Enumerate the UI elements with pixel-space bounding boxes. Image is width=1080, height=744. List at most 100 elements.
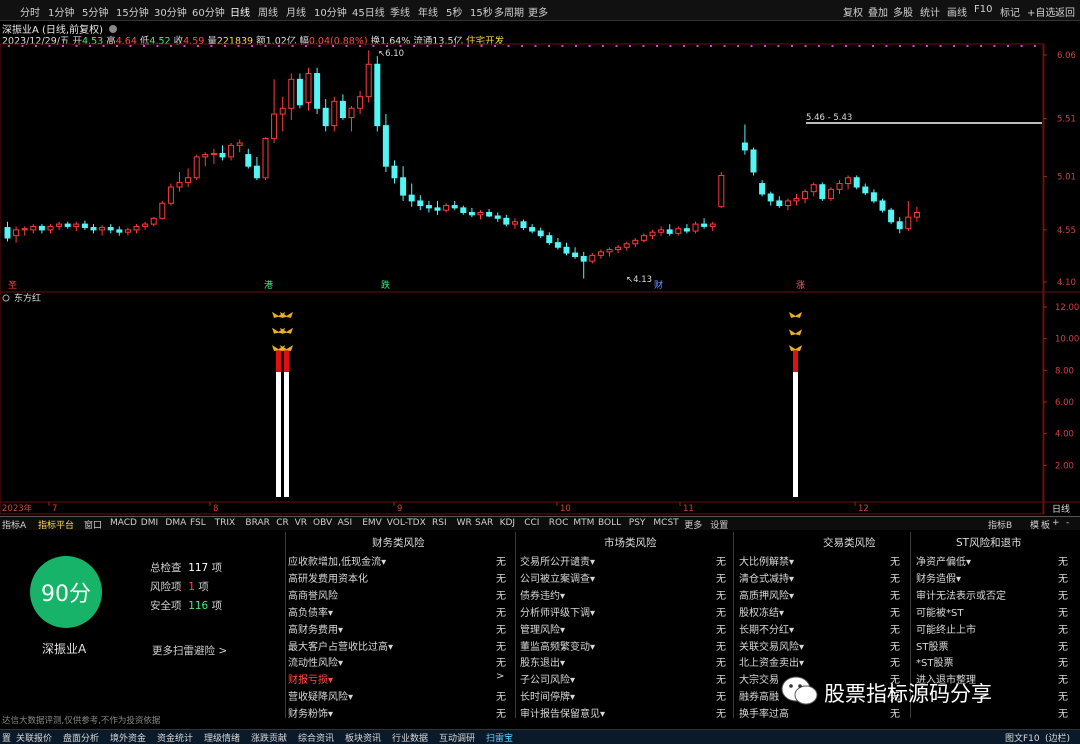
risk-item[interactable]: 营收疑降风险▾ [288, 688, 353, 703]
event-marker-3[interactable]: 涨 [796, 280, 805, 291]
risk-item[interactable]: 融券高融 [739, 688, 779, 703]
risk-item[interactable]: 公司被立案调查▾ [520, 570, 595, 585]
event-marker-0[interactable]: 港 [264, 279, 273, 291]
risk-item[interactable]: 管理风险▾ [520, 621, 565, 636]
risk-item-value[interactable]: 无 [716, 587, 726, 602]
risk-item[interactable]: 财报亏损▾ [288, 671, 333, 686]
risk-item[interactable]: 应收款增加,低现金流▾ [288, 553, 386, 568]
risk-item-value[interactable]: 无 [496, 705, 506, 720]
indicator-name[interactable]: 东方红 [14, 292, 41, 304]
risk-item[interactable]: 长时间停牌▾ [520, 688, 575, 703]
risk-item[interactable]: 可能终止上市 [916, 621, 976, 636]
statusbar-right-1[interactable]: (边栏) [1045, 731, 1070, 744]
statusbar-item-7[interactable]: 综合资讯 [298, 731, 334, 744]
risk-item-value[interactable]: 无 [890, 638, 900, 653]
indicator-tab-17[interactable]: SAR [475, 518, 493, 528]
risk-item-value[interactable]: 无 [716, 654, 726, 669]
risk-item-value[interactable]: 无 [716, 688, 726, 703]
indicator-tab-8[interactable]: BRAR [245, 518, 269, 528]
statusbar-item-5[interactable]: 理级情绪 [204, 731, 240, 744]
indicator-tab-12[interactable]: ASI [338, 518, 353, 528]
indicator-tab-15[interactable]: RSI [432, 518, 447, 528]
risk-item-value[interactable]: 无 [1058, 587, 1068, 602]
risk-item-value[interactable]: 无 [496, 570, 506, 585]
risk-item[interactable]: 关联交易风险▾ [739, 638, 804, 653]
statusbar-item-1[interactable]: 关联报价 [16, 731, 52, 744]
risk-item-value[interactable]: 无 [496, 553, 506, 568]
risk-item[interactable]: 高商誉风险 [288, 587, 338, 602]
risk-item[interactable]: 流动性风险▾ [288, 654, 343, 669]
indicator-toggle-icon[interactable] [2, 294, 10, 302]
risk-item-value[interactable]: > [496, 671, 504, 682]
risk-item-value[interactable]: 无 [496, 638, 506, 653]
more-scan-link[interactable]: 更多扫雷避险 > [152, 643, 227, 658]
risk-item-value[interactable]: 无 [496, 654, 506, 669]
event-marker-4[interactable]: 圣 [8, 280, 17, 291]
indicator-tab-5[interactable]: DMA [165, 518, 186, 528]
indicator-tab-24[interactable]: MCST [653, 518, 678, 528]
risk-item[interactable]: 董监高频繁变动▾ [520, 638, 595, 653]
indicator-tab-23[interactable]: PSY [629, 518, 646, 528]
indicator-tab-19[interactable]: CCI [524, 518, 539, 528]
risk-item[interactable]: 财务造假▾ [916, 570, 961, 585]
risk-item-value[interactable]: 无 [496, 604, 506, 619]
risk-item[interactable]: 最大客户占营收比过高▾ [288, 638, 393, 653]
indicator-tab-20[interactable]: ROC [549, 518, 569, 528]
risk-item[interactable]: 大比例解禁▾ [739, 553, 794, 568]
statusbar-item-11[interactable]: 扫雷宝 [486, 731, 513, 744]
risk-item-value[interactable]: 无 [1058, 604, 1068, 619]
statusbar-item-8[interactable]: 板块资讯 [345, 731, 381, 744]
risk-item-value[interactable]: 无 [890, 553, 900, 568]
indicator-tab-21[interactable]: MTM [573, 518, 594, 528]
risk-item-value[interactable]: 无 [890, 587, 900, 602]
statusbar-item-10[interactable]: 互动调研 [439, 731, 475, 744]
statusbar-item-6[interactable]: 涨跌贡献 [251, 731, 287, 744]
indicator-tab-22[interactable]: BOLL [598, 518, 621, 528]
risk-item-value[interactable]: 无 [496, 688, 506, 703]
indicator-tab-4[interactable]: DMI [141, 518, 158, 528]
risk-item-value[interactable]: 无 [716, 621, 726, 636]
risk-item-value[interactable]: 无 [716, 705, 726, 720]
risk-item-value[interactable]: 无 [716, 671, 726, 686]
risk-item[interactable]: 股权冻结▾ [739, 604, 784, 619]
indicator-tab-11[interactable]: OBV [313, 518, 332, 528]
statusbar-item-0[interactable]: 置 [2, 731, 11, 744]
risk-item[interactable]: 清仓式减持▾ [739, 570, 794, 585]
risk-item-value[interactable]: 无 [1058, 570, 1068, 585]
risk-item[interactable]: *ST股票 [916, 654, 953, 669]
statusbar-item-4[interactable]: 资金统计 [157, 731, 193, 744]
kline-chart[interactable]: 6.06 5.51 5.01 4.55 4.10 12.00 10.00 8.00 6.00 4.… [0, 0, 1080, 516]
risk-item-value[interactable]: 无 [1058, 654, 1068, 669]
risk-item[interactable]: 长期不分红▾ [739, 621, 794, 636]
risk-item[interactable]: ST股票 [916, 638, 948, 653]
risk-item[interactable]: 交易所公开谴责▾ [520, 553, 595, 568]
risk-item-value[interactable]: 无 [1058, 621, 1068, 636]
risk-item-value[interactable]: 无 [716, 638, 726, 653]
statusbar-item-2[interactable]: 盘面分析 [63, 731, 99, 744]
indicator-tab-7[interactable]: TRIX [215, 518, 236, 528]
indicator-tab-9[interactable]: CR [276, 518, 289, 528]
risk-item[interactable]: 北上资金卖出▾ [739, 654, 804, 669]
risk-item-value[interactable]: 无 [1058, 553, 1068, 568]
indicator-tab-18[interactable]: KDJ [500, 518, 516, 528]
risk-item[interactable]: 净资产偏低▾ [916, 553, 971, 568]
event-marker-2[interactable]: 财 [654, 279, 663, 291]
risk-item-value[interactable]: 无 [890, 654, 900, 669]
risk-item[interactable]: 分析师评级下调▾ [520, 604, 595, 619]
risk-item[interactable]: 大宗交易 [739, 671, 779, 686]
plus-icon[interactable]: + [1052, 518, 1060, 528]
risk-item[interactable]: 高质押风险▾ [739, 587, 794, 602]
risk-item[interactable]: 高研发费用资本化 [288, 570, 368, 585]
risk-item-value[interactable]: 无 [890, 604, 900, 619]
risk-item[interactable]: 高财务费用▾ [288, 621, 343, 636]
risk-item-value[interactable]: 无 [496, 621, 506, 636]
risk-item-value[interactable]: 无 [890, 570, 900, 585]
minus-icon[interactable]: - [1066, 518, 1069, 528]
risk-item[interactable]: 子公司风险▾ [520, 671, 575, 686]
risk-item-value[interactable]: 无 [716, 553, 726, 568]
event-marker-1[interactable]: 跌 [381, 280, 390, 291]
indicator-tab-16[interactable]: WR [457, 518, 472, 528]
risk-item-value[interactable]: 无 [716, 604, 726, 619]
risk-item[interactable]: 审计报告保留意见▾ [520, 705, 605, 720]
risk-item[interactable]: 审计无法表示或否定 [916, 587, 1006, 602]
